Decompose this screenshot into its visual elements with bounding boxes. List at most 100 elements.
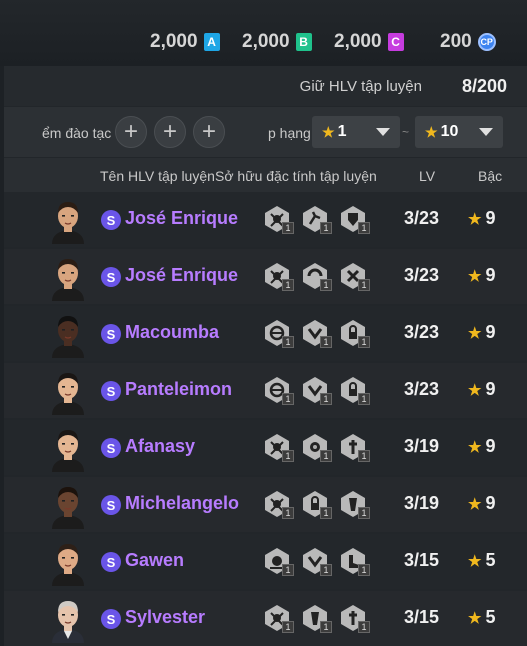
- trait-list: 1 1 1: [262, 603, 370, 633]
- trait-level: 1: [320, 279, 332, 291]
- min-rank-select[interactable]: ★ 1: [312, 116, 400, 148]
- grade-badge: S: [101, 210, 121, 230]
- trait-level: 1: [320, 222, 332, 234]
- column-lv: LV: [419, 168, 436, 184]
- coach-rank: ★ 9: [468, 322, 495, 343]
- rank-value: 5: [485, 607, 496, 627]
- lock-icon[interactable]: 1: [338, 375, 370, 405]
- avatar: [48, 196, 88, 244]
- whistle-icon[interactable]: 1: [262, 603, 294, 633]
- trait-level: 1: [358, 336, 370, 348]
- strategy-icon[interactable]: 1: [338, 261, 370, 291]
- trait-list: 1 1 1: [262, 375, 370, 405]
- cross-icon[interactable]: 1: [300, 546, 332, 576]
- trait-list: 1 1 1: [262, 546, 370, 576]
- ball-icon[interactable]: 1: [262, 318, 294, 348]
- trait-level: 1: [358, 393, 370, 405]
- grade-badge: S: [101, 495, 121, 515]
- whistle-icon[interactable]: 1: [262, 432, 294, 462]
- rank-range-separator: ~: [402, 125, 410, 139]
- coach-rank: ★ 9: [468, 208, 495, 229]
- trait-level: 1: [358, 621, 370, 633]
- max-rank-select[interactable]: ★ 10: [415, 116, 503, 148]
- currency-value: 2,000: [334, 31, 382, 52]
- whistle-icon[interactable]: 1: [262, 261, 294, 291]
- star-icon: ★: [468, 610, 482, 627]
- shield-icon[interactable]: 1: [338, 204, 370, 234]
- currency-b: 2,000 B: [242, 31, 312, 53]
- coach-rank: ★ 9: [468, 493, 495, 514]
- cross-icon[interactable]: 1: [300, 375, 332, 405]
- coach-name: José Enrique: [125, 265, 239, 285]
- coach-rank: ★ 5: [468, 607, 495, 628]
- coach-lv: 3/23: [404, 208, 440, 228]
- tactic-icon[interactable]: 1: [338, 489, 370, 519]
- grade-badge: S: [101, 609, 121, 629]
- column-rank: Bậc: [478, 168, 503, 184]
- stamina-icon[interactable]: 1: [300, 261, 332, 291]
- trait-list: 1 1 1: [262, 318, 370, 348]
- coach-row[interactable]: S Macoumba 1 1 1 3/23 ★ 9: [4, 306, 527, 361]
- currency-c: 2,000 C: [334, 31, 404, 53]
- lock-icon[interactable]: 1: [300, 489, 332, 519]
- grade-badge: S: [101, 381, 121, 401]
- coach-row[interactable]: S Michelangelo 1 1 1 3/19 ★ 9: [4, 477, 527, 532]
- trait-level: 1: [282, 564, 294, 576]
- coach-row[interactable]: S Afanasy 1 1 1 3/19 ★ 9: [4, 420, 527, 475]
- add-trait-filter-2-button[interactable]: +: [154, 116, 186, 148]
- coach-name: Gawen: [125, 550, 185, 570]
- tactic-icon[interactable]: 1: [300, 603, 332, 633]
- chevron-down-icon: [479, 128, 493, 136]
- coach-row[interactable]: S José Enrique 1 1 1 3/23 ★ 9: [4, 249, 527, 304]
- coach-lv: 3/23: [404, 322, 440, 342]
- coach-lv: 3/19: [404, 436, 440, 456]
- run-icon[interactable]: 1: [300, 204, 332, 234]
- coach-row[interactable]: S Gawen 1 1 1 3/15 ★ 5: [4, 534, 527, 589]
- trait-level: 1: [320, 450, 332, 462]
- lock-icon[interactable]: 1: [338, 318, 370, 348]
- target-icon[interactable]: 1: [338, 432, 370, 462]
- coach-lv: 3/19: [404, 493, 440, 513]
- cross-icon[interactable]: 1: [300, 318, 332, 348]
- coach-name: Sylvester: [125, 607, 206, 627]
- target-icon[interactable]: 1: [338, 603, 370, 633]
- coach-row[interactable]: S José Enrique 1 1 1 3/23 ★ 9: [4, 192, 527, 247]
- coach-lv: 3/23: [404, 379, 440, 399]
- rank-value: 9: [485, 436, 496, 456]
- trait-level: 1: [358, 507, 370, 519]
- grade-badge: S: [101, 324, 121, 344]
- trait-level: 1: [282, 507, 294, 519]
- hold-count: 8/200: [461, 76, 507, 96]
- focus-icon[interactable]: 1: [300, 432, 332, 462]
- trait-level: 1: [282, 222, 294, 234]
- star-icon: ★: [322, 123, 335, 140]
- hold-label: Giữ HLV tập luyện: [299, 78, 422, 95]
- ball-icon[interactable]: 1: [262, 375, 294, 405]
- currency-a: 2,000 A: [150, 31, 220, 53]
- max-rank-value: 10: [440, 123, 459, 140]
- add-trait-filter-1-button[interactable]: +: [115, 116, 147, 148]
- avatar: [48, 310, 88, 358]
- dribble-icon[interactable]: 1: [262, 546, 294, 576]
- coach-row[interactable]: S Panteleimon 1 1 1 3/23 ★ 9: [4, 363, 527, 418]
- trait-level: 1: [282, 450, 294, 462]
- boot-icon[interactable]: 1: [338, 546, 370, 576]
- add-trait-filter-3-button[interactable]: +: [193, 116, 225, 148]
- currency-value: 2,000: [150, 31, 198, 52]
- star-icon: ★: [468, 553, 482, 570]
- whistle-icon[interactable]: 1: [262, 204, 294, 234]
- trait-level: 1: [358, 222, 370, 234]
- rank-value: 9: [485, 322, 496, 342]
- avatar: [48, 595, 88, 643]
- rank-value: 9: [485, 208, 496, 228]
- trait-level: 1: [282, 393, 294, 405]
- coach-row[interactable]: S Sylvester 1 1 1 3/15 ★ 5: [4, 591, 527, 646]
- currency-cp: 200 CP: [440, 31, 496, 53]
- trait-level: 1: [358, 279, 370, 291]
- whistle-icon[interactable]: 1: [262, 489, 294, 519]
- rank-value: 9: [485, 265, 496, 285]
- trait-list: 1 1 1: [262, 261, 370, 291]
- trait-level: 1: [320, 393, 332, 405]
- column-traits: Sở hữu đặc tính tập luyện: [215, 168, 377, 184]
- avatar: [48, 481, 88, 529]
